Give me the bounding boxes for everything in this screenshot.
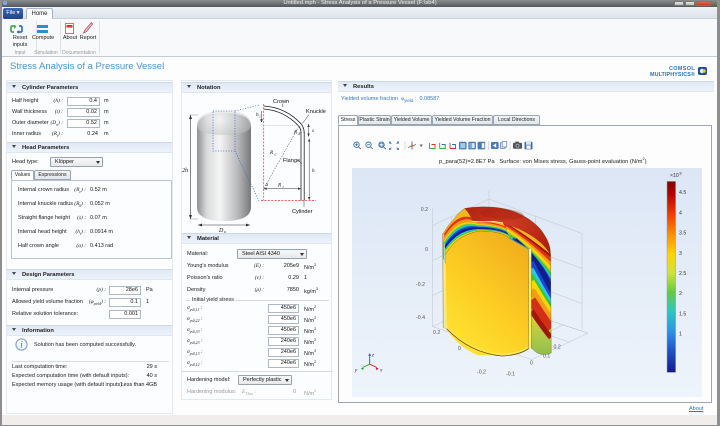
svg-text:3: 3 xyxy=(679,250,682,256)
svg-text:i: i xyxy=(283,184,284,189)
svg-text:3.5: 3.5 xyxy=(679,230,686,236)
svg-text:MULTIPHYSICS®: MULTIPHYSICS® xyxy=(650,71,695,78)
svg-text:1: 1 xyxy=(679,331,682,337)
svg-text:2: 2 xyxy=(679,291,682,297)
svg-text:y: y xyxy=(354,368,358,373)
svg-text:α: α xyxy=(266,183,269,188)
svg-text:4: 4 xyxy=(679,210,682,216)
svg-text:Crown: Crown xyxy=(273,99,289,105)
svg-text:c: c xyxy=(275,152,277,157)
svg-text:Flange: Flange xyxy=(283,158,300,164)
svg-text:R: R xyxy=(269,150,274,156)
svg-text:h: h xyxy=(312,168,315,174)
svg-text:-0.4: -0.4 xyxy=(416,315,425,321)
svg-text:-0.2: -0.2 xyxy=(477,369,486,375)
svg-text:1.5: 1.5 xyxy=(679,311,686,317)
svg-text:i: i xyxy=(260,114,261,119)
svg-text:Knuckle: Knuckle xyxy=(306,109,326,115)
svg-text:-0.2: -0.2 xyxy=(416,282,425,288)
svg-text:×10: ×10 xyxy=(670,173,679,179)
svg-text:0.2: 0.2 xyxy=(421,207,428,213)
svg-text:z: z xyxy=(371,353,375,358)
svg-text:x: x xyxy=(379,368,383,373)
svg-text:0: 0 xyxy=(425,247,428,253)
svg-text:0.2: 0.2 xyxy=(554,344,561,350)
svg-text:k: k xyxy=(299,131,301,136)
svg-text:R: R xyxy=(293,130,298,136)
svg-text:Cylinder: Cylinder xyxy=(292,209,313,215)
svg-text:s: s xyxy=(312,128,314,134)
svg-text:0: 0 xyxy=(530,360,533,366)
svg-text:2h: 2h xyxy=(182,168,188,174)
svg-text:-0.1: -0.1 xyxy=(506,371,515,377)
svg-text:2.5: 2.5 xyxy=(679,271,686,277)
svg-text:0: 0 xyxy=(458,346,461,352)
svg-text:8: 8 xyxy=(680,171,682,175)
svg-text:R: R xyxy=(277,183,282,189)
svg-text:4.5: 4.5 xyxy=(679,190,686,196)
svg-text:0.2: 0.2 xyxy=(433,330,440,336)
